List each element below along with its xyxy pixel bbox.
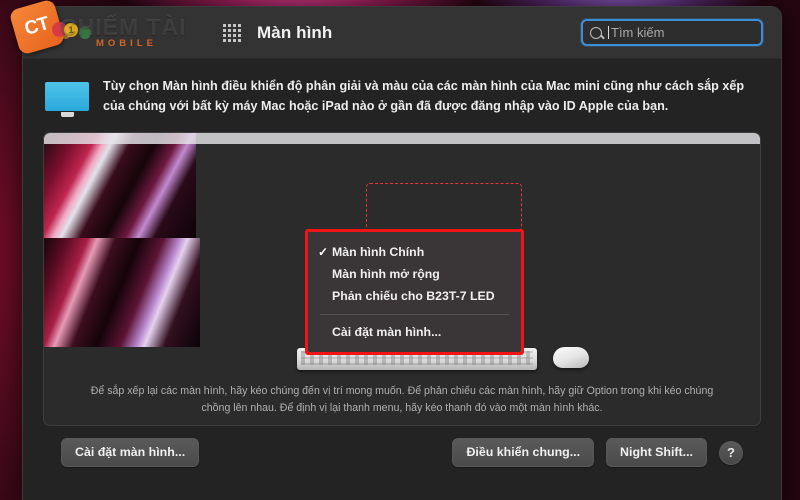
checkmark-icon: ✓: [318, 245, 329, 259]
displays-preferences-window: Màn hình Tìm kiếm Tùy chọn Màn hình điều…: [22, 6, 782, 500]
description-text: Tùy chọn Màn hình điều khiển độ phân giả…: [103, 79, 745, 113]
desktop-background: Màn hình Tìm kiếm Tùy chọn Màn hình điều…: [0, 0, 800, 500]
magic-mouse-icon: [553, 347, 589, 368]
window-body: Tùy chọn Màn hình điều khiển độ phân giả…: [23, 59, 781, 478]
menu-item-extended-display[interactable]: Màn hình mở rộng: [308, 263, 521, 285]
menu-item-label: Màn hình Chính: [332, 245, 425, 259]
main-display-thumbnail[interactable]: [44, 133, 760, 238]
menu-item-label: Phản chiếu cho B23T-7 LED: [332, 289, 495, 303]
menu-item-label: Cài đặt màn hình...: [332, 325, 442, 339]
help-button[interactable]: ?: [719, 440, 743, 465]
close-button[interactable]: [39, 26, 51, 39]
night-shift-button[interactable]: Night Shift...: [606, 438, 707, 467]
menu-divider: [320, 314, 509, 315]
window-titlebar: Màn hình Tìm kiếm: [23, 7, 781, 59]
context-menu-annotation-box: ✓ Màn hình Chính Màn hình mở rộng Phản c…: [305, 229, 524, 355]
display-settings-button[interactable]: Cài đặt màn hình...: [61, 438, 200, 467]
menu-item-display-settings[interactable]: Cài đặt màn hình...: [308, 321, 521, 343]
search-icon: [590, 26, 602, 39]
menu-item-mirror-display[interactable]: Phản chiếu cho B23T-7 LED: [308, 285, 521, 307]
search-input-placeholder: Tìm kiếm: [611, 25, 665, 40]
traffic-light-buttons[interactable]: [39, 26, 95, 39]
menu-item-main-display[interactable]: ✓ Màn hình Chính: [308, 241, 521, 263]
display-role-context-menu[interactable]: ✓ Màn hình Chính Màn hình mở rộng Phản c…: [308, 232, 521, 352]
footer-right-group: Điều khiển chung... Night Shift... ?: [452, 438, 743, 467]
search-field[interactable]: Tìm kiếm: [581, 19, 763, 46]
description-row: Tùy chọn Màn hình điều khiển độ phân giả…: [41, 73, 763, 118]
page-title: Màn hình: [257, 22, 333, 42]
window-footer: Cài đặt màn hình... Điều khiển chung... …: [61, 438, 743, 478]
minimize-button[interactable]: [59, 26, 71, 39]
universal-control-button[interactable]: Điều khiển chung...: [452, 438, 595, 467]
text-cursor: [608, 26, 609, 39]
menu-item-label: Màn hình mở rộng: [332, 267, 440, 281]
display-monitor-icon: [45, 82, 89, 118]
extended-display-thumbnail[interactable]: [44, 238, 200, 347]
zoom-button[interactable]: [79, 26, 91, 39]
arrangement-hint-text: Để sắp xếp lại các màn hình, hãy kéo chú…: [90, 385, 714, 414]
grid-apps-icon[interactable]: [223, 23, 241, 42]
menubar-strip: [44, 133, 760, 144]
display-arrangement-panel[interactable]: Để sắp xếp lại các màn hình, hãy kéo chú…: [43, 132, 761, 426]
